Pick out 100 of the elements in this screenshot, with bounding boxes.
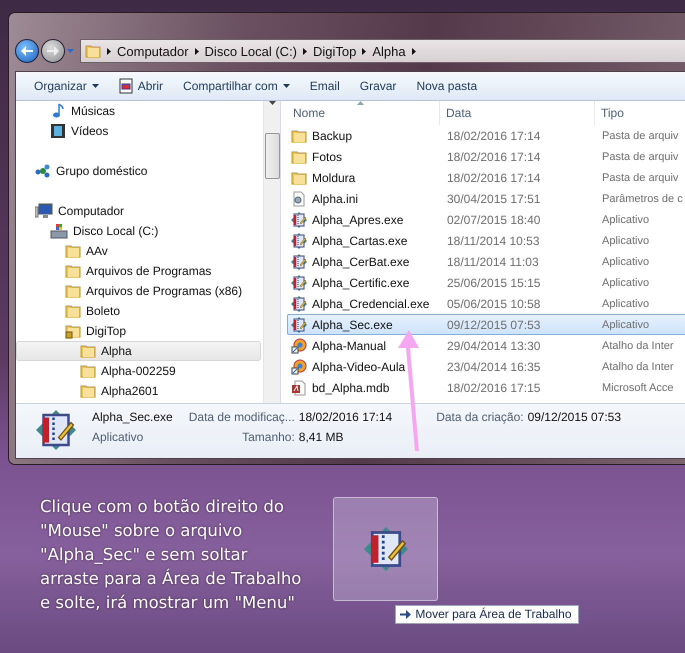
file-row[interactable]: Alpha-Video-Aula 23/04/2014 16:35 Atalho da Inter [287, 356, 685, 377]
file-date: 18/11/2014 10:53 [447, 234, 540, 248]
back-arrow-icon [21, 46, 33, 56]
file-row[interactable]: Alpha_Credencial.exe 05/06/2015 10:58 Aplicativo [287, 293, 685, 314]
file-row[interactable]: Alpha-Manual 29/04/2014 13:30 Atalho da Inter [287, 335, 685, 356]
file-type: Aplicativo [602, 214, 650, 226]
folder-icon [65, 283, 81, 299]
scrollbar[interactable] [263, 101, 280, 403]
file-type: Aplicativo [602, 298, 650, 310]
web-shortcut-icon [291, 358, 307, 374]
locked-folder-icon [65, 323, 81, 339]
folder-icon [65, 243, 81, 259]
file-date: 18/02/2016 17:14 [447, 170, 540, 184]
detail-label: Data da criação: [436, 410, 524, 424]
toolbar-button[interactable]: Nova pasta [408, 76, 486, 96]
toolbar-button[interactable]: Organizar [26, 76, 107, 96]
caret-icon [282, 84, 290, 88]
tree-item[interactable]: Alpha-002259 [16, 361, 261, 381]
toolbar-button[interactable]: Compartilhar com [175, 76, 298, 96]
folder-icon [291, 170, 307, 186]
file-date: 23/04/2014 16:35 [447, 360, 540, 374]
notebook-pen-icon [291, 232, 307, 248]
detail-label: Tamanho: [241, 430, 295, 444]
breadcrumb-item[interactable]: Computador [117, 44, 189, 58]
file-row[interactable]: Alpha_Cartas.exe 18/11/2014 10:53 Aplicativo [287, 230, 685, 251]
folder-icon [80, 363, 96, 379]
file-row[interactable]: Alpha_CerBat.exe 18/11/2014 11:03 Aplicativo [287, 251, 685, 272]
tree-item[interactable]: Alpha [16, 341, 261, 361]
arrow-icon [400, 610, 412, 618]
chevron-icon [194, 48, 199, 54]
column-header[interactable]: Data [440, 101, 595, 125]
drive-icon [50, 223, 68, 239]
tree-item[interactable]: Boleto [16, 301, 261, 321]
file-date: 18/02/2016 17:14 [447, 150, 540, 164]
file-type: Atalho da Inter [602, 340, 674, 352]
file-row[interactable]: bd_Alpha.mdb 18/02/2016 17:15 Microsoft Acce [287, 377, 685, 398]
file-date: 18/02/2016 17:15 [447, 380, 540, 394]
file-type: Aplicativo [602, 276, 650, 288]
notebook-pen-icon [291, 316, 307, 332]
file-row[interactable]: Alpha_Apres.exe 02/07/2015 18:40 Aplicativo [287, 209, 685, 230]
tree-item[interactable]: Vídeos [16, 121, 261, 141]
file-name: Alpha_CerBat.exe [312, 254, 410, 268]
web-shortcut-icon [291, 338, 307, 354]
file-row[interactable]: Alpha.ini 30/04/2015 17:51 Parâmetros de c [287, 188, 685, 209]
folder-icon [291, 148, 307, 164]
file-name: Alpha_Certific.exe [312, 276, 410, 290]
file-date: 30/04/2015 17:51 [447, 192, 540, 206]
notebook-pen-icon [291, 296, 307, 312]
file-type: Pasta de arquiv [602, 172, 678, 184]
sort-arrow-icon [357, 101, 364, 105]
file-row[interactable]: Backup 18/02/2016 17:14 Pasta de arquiv [287, 125, 685, 146]
breadcrumb-item[interactable]: DigiTop [313, 44, 356, 58]
file-row[interactable]: Alpha_Sec.exe 09/12/2015 07:53 Aplicativo [287, 314, 685, 335]
tree-item[interactable]: AAv [16, 241, 261, 261]
file-name: Alpha-Video-Aula [312, 360, 406, 374]
chevron-icon [303, 48, 308, 54]
breadcrumb-item[interactable]: Alpha [372, 44, 406, 58]
tree-item[interactable]: DigiTop [16, 321, 261, 341]
file-type: Microsoft Acce [602, 382, 674, 394]
forward-arrow-icon [47, 46, 59, 56]
caret-icon [67, 49, 74, 53]
computer-icon [35, 203, 53, 219]
file-name: Moldura [312, 170, 356, 184]
drag-tooltip: Mover para Área de Trabalho [395, 605, 578, 624]
file-row[interactable]: Moldura 18/02/2016 17:14 Pasta de arquiv [287, 167, 685, 188]
tree-item[interactable]: Alpha2601 [16, 381, 261, 401]
tree-item[interactable]: Computador [16, 201, 261, 221]
folder-icon [80, 383, 96, 399]
address-bar[interactable]: Computador Disco Local (C:) DigiTop Alpha [80, 39, 685, 63]
database-file-icon [291, 380, 307, 396]
file-date: 29/04/2014 13:30 [447, 338, 540, 352]
tree-item[interactable]: Arquivos de Programas (x86) [16, 281, 261, 301]
toolbar-button[interactable]: Gravar [352, 76, 404, 96]
file-name: Alpha.ini [312, 192, 358, 206]
file-date: 18/02/2016 17:14 [447, 128, 540, 142]
file-row[interactable]: Fotos 18/02/2016 17:14 Pasta de arquiv [287, 146, 685, 167]
file-name: bd_Alpha.mdb [312, 380, 390, 394]
file-date: 09/12/2015 07:53 [447, 318, 540, 332]
forward-button[interactable] [41, 39, 65, 63]
notebook-pen-icon [291, 274, 307, 290]
toolbar-button[interactable]: Abrir [110, 75, 172, 97]
homegroup-icon [35, 163, 51, 179]
breadcrumb-item[interactable]: Disco Local (C:) [204, 44, 298, 58]
chevron-icon [412, 48, 416, 54]
scroll-thumb[interactable] [264, 133, 280, 179]
file-date: 02/07/2015 18:40 [447, 212, 540, 226]
column-header[interactable]: Tipo [595, 101, 685, 125]
back-button[interactable] [15, 39, 39, 63]
file-date: 25/06/2015 15:15 [447, 276, 540, 290]
tree-item[interactable]: Músicas [16, 101, 261, 121]
tree-item[interactable]: Grupo doméstico [16, 161, 261, 181]
toolbar-button[interactable]: Email [302, 76, 348, 96]
folder-icon [65, 263, 81, 279]
file-type: Pasta de arquiv [602, 130, 678, 142]
chevron-icon [107, 48, 111, 54]
folder-icon [85, 43, 101, 59]
tree-item[interactable]: Arquivos de Programas [16, 261, 261, 281]
file-name: Alpha_Apres.exe [312, 212, 404, 226]
file-row[interactable]: Alpha_Certific.exe 25/06/2015 15:15 Aplicativo [287, 272, 685, 293]
tree-item[interactable]: Disco Local (C:) [16, 221, 261, 241]
